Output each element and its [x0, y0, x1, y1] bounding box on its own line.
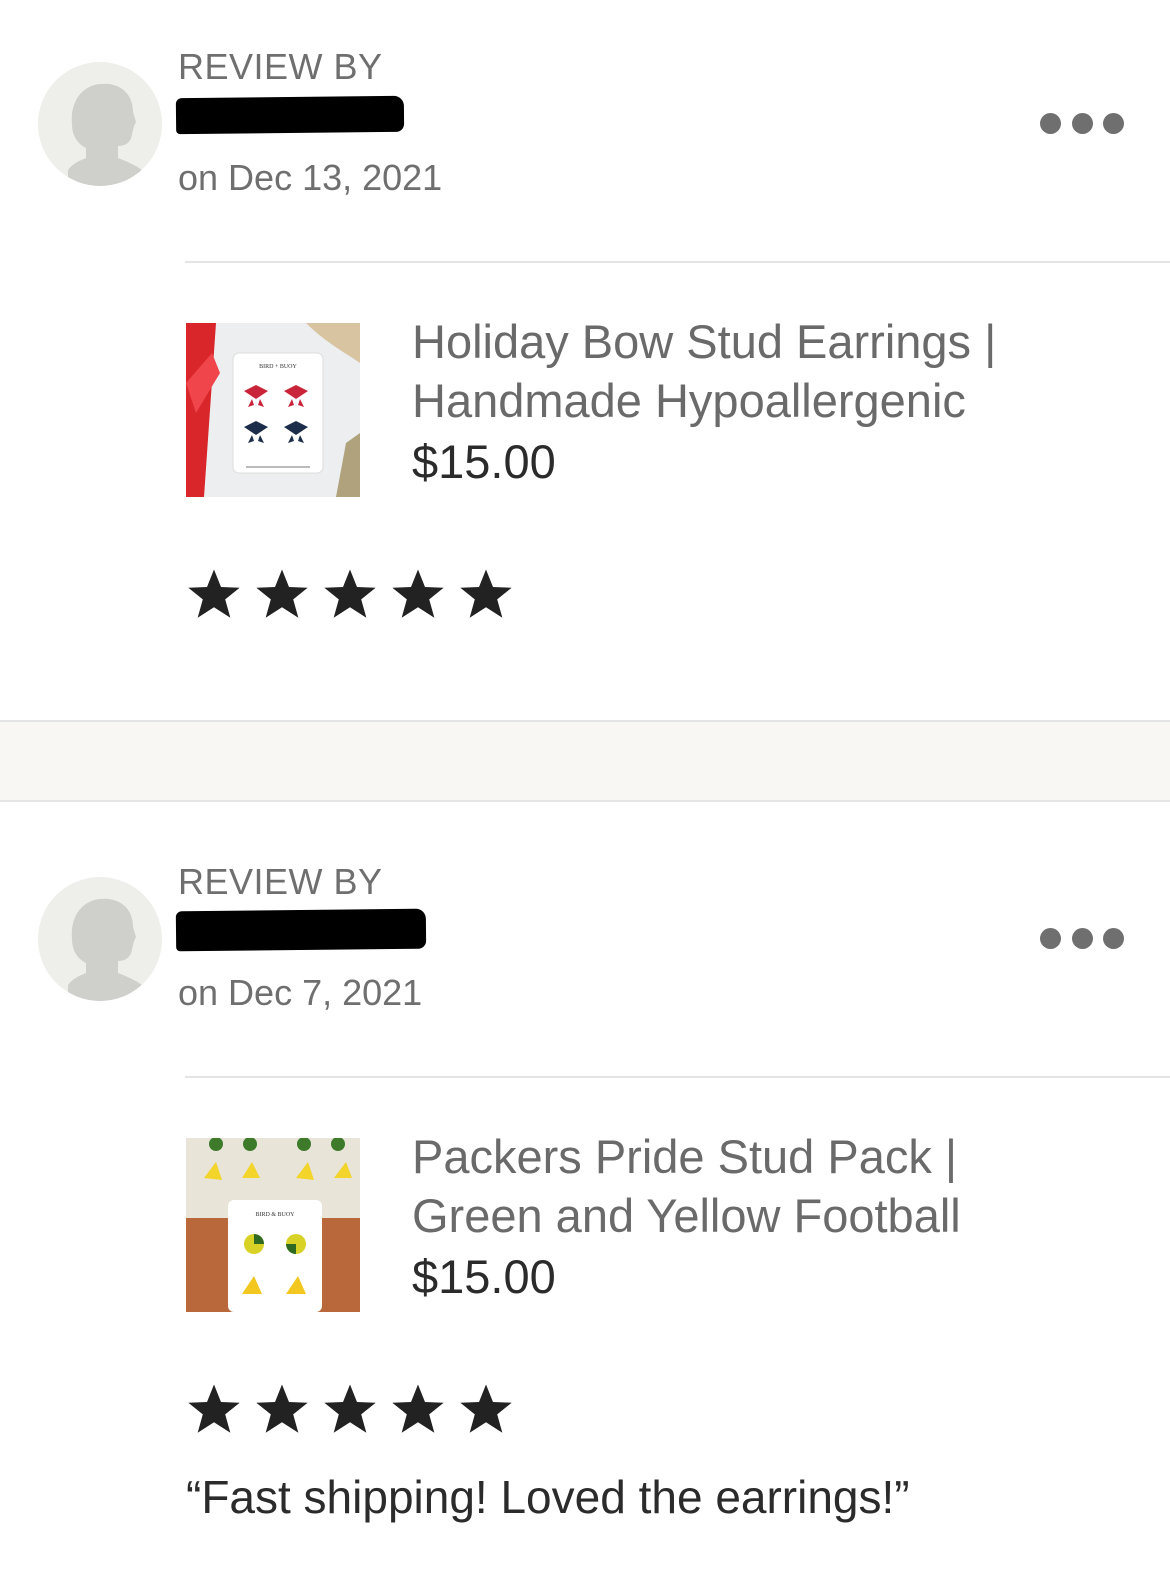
review-date: on Dec 13, 2021	[178, 157, 443, 198]
reviewer-avatar[interactable]	[38, 877, 162, 1001]
review-more-options-button[interactable]	[1040, 110, 1124, 136]
review-more-options-button[interactable]	[1040, 925, 1124, 951]
more-horizontal-icon	[1040, 112, 1061, 134]
product-thumbnail[interactable]: BIRD & BUOY	[186, 1138, 360, 1312]
review-text: “Fast shipping! Loved the earrings!”	[186, 1471, 910, 1523]
default-user-avatar-icon	[68, 898, 144, 1001]
filled-star-icon	[460, 1384, 512, 1433]
review-by-label: REVIEW BY	[178, 861, 383, 902]
thumbnail-brand-text: BIRD + BUOY	[259, 364, 297, 370]
filled-star-icon	[392, 569, 444, 618]
more-horizontal-icon	[1103, 112, 1124, 134]
product-price: $15.00	[412, 1250, 556, 1303]
more-horizontal-icon	[1103, 927, 1124, 949]
filled-star-icon	[188, 1384, 240, 1433]
product-price: $15.00	[412, 435, 556, 488]
filled-star-icon	[324, 569, 376, 618]
redacted-reviewer-name	[175, 908, 427, 952]
review-date: on Dec 7, 2021	[178, 972, 423, 1013]
filled-star-icon	[324, 1384, 376, 1433]
filled-star-icon	[188, 569, 240, 618]
filled-star-icon	[460, 569, 512, 618]
product-title-link[interactable]: Packers Pride Stud Pack | Green and Yell…	[412, 1127, 1112, 1245]
reviewer-avatar[interactable]	[38, 62, 162, 186]
product-title-line: Packers Pride Stud Pack |	[412, 1130, 958, 1183]
filled-star-icon	[392, 1384, 444, 1433]
thumbnail-brand-text: BIRD & BUOY	[255, 1212, 295, 1218]
divider	[185, 1076, 1170, 1078]
product-title-line: Green and Yellow Football	[412, 1189, 961, 1242]
more-horizontal-icon	[1071, 112, 1093, 134]
star-rating	[186, 566, 514, 622]
more-horizontal-icon	[1040, 927, 1061, 949]
product-thumbnail[interactable]: BIRD + BUOY	[186, 323, 360, 497]
divider	[185, 261, 1170, 263]
product-title-link[interactable]: Holiday Bow Stud Earrings | Handmade Hyp…	[412, 312, 1112, 430]
review-by-label: REVIEW BY	[178, 46, 383, 87]
filled-star-icon	[256, 569, 308, 618]
default-user-avatar-icon	[68, 83, 144, 186]
more-horizontal-icon	[1071, 927, 1093, 949]
section-separator	[0, 720, 1170, 802]
star-rating	[186, 1381, 514, 1437]
redacted-reviewer-name	[175, 95, 405, 135]
product-title-line: Holiday Bow Stud Earrings |	[412, 315, 997, 368]
product-title-line: Handmade Hypoallergenic	[412, 374, 966, 427]
filled-star-icon	[256, 1384, 308, 1433]
